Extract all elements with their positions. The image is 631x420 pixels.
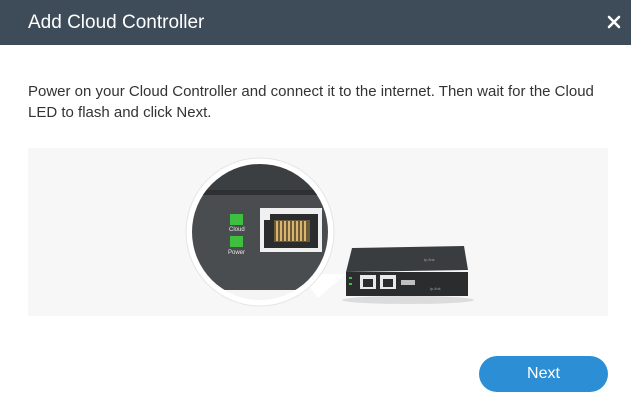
cloud-led bbox=[230, 214, 243, 225]
instruction-text: Power on your Cloud Controller and conne… bbox=[28, 83, 594, 121]
ethernet-port bbox=[260, 208, 322, 252]
next-button[interactable]: Next bbox=[479, 356, 608, 392]
close-icon[interactable] bbox=[605, 13, 623, 31]
power-led-label: Power bbox=[228, 250, 245, 256]
illustration-panel: tp-link tp-link Cloud Power bbox=[28, 148, 608, 316]
controller-illustration: tp-link tp-link Cloud Power bbox=[185, 157, 474, 307]
controller-device: tp-link tp-link bbox=[342, 246, 474, 304]
cloud-led-label: Cloud bbox=[229, 227, 245, 233]
svg-text:tp-link: tp-link bbox=[424, 257, 435, 262]
svg-text:tp-link: tp-link bbox=[430, 286, 441, 291]
dialog-title: Add Cloud Controller bbox=[28, 12, 205, 33]
dialog-header: Add Cloud Controller bbox=[0, 0, 631, 45]
power-led bbox=[230, 236, 243, 247]
